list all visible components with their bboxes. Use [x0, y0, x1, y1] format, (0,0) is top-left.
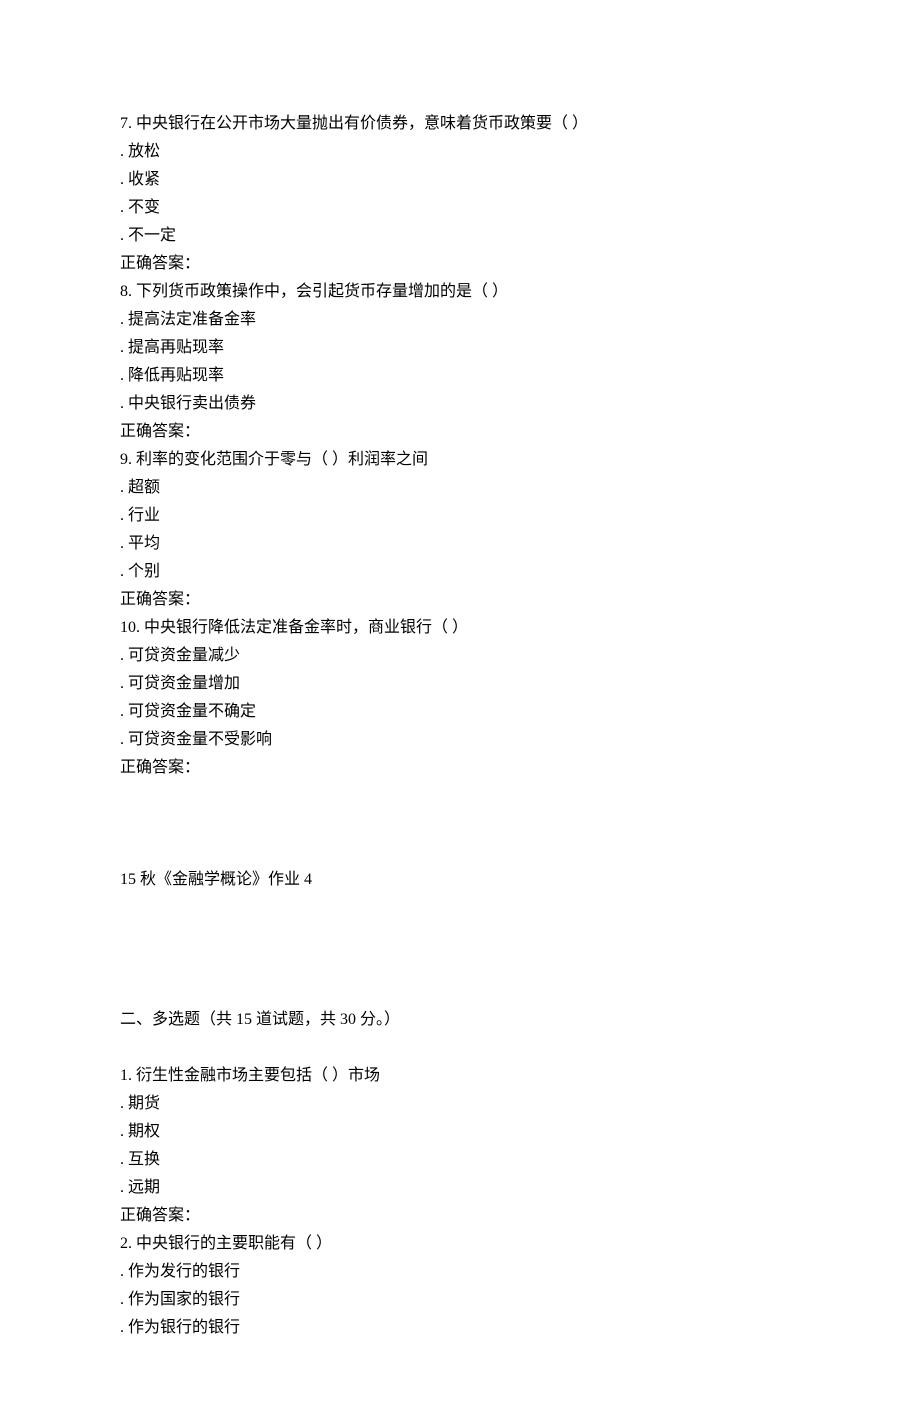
spacing [120, 894, 800, 1006]
option-text: 提高再贴现率 [128, 339, 224, 356]
question-option: . 平均 [120, 530, 800, 558]
question-number: 1. [120, 1067, 132, 1084]
question-option: . 收紧 [120, 166, 800, 194]
answer-label: 正确答案： [120, 1202, 800, 1230]
question-option: . 提高法定准备金率 [120, 306, 800, 334]
question-option: . 作为国家的银行 [120, 1286, 800, 1314]
question-stem: 1. 衍生性金融市场主要包括（ ）市场 [120, 1062, 800, 1090]
question-stem: 9. 利率的变化范围介于零与（ ）利润率之间 [120, 446, 800, 474]
option-text: 放松 [128, 143, 160, 160]
option-text: 作为银行的银行 [128, 1319, 240, 1336]
question-option: . 行业 [120, 502, 800, 530]
question-block-9: 9. 利率的变化范围介于零与（ ）利润率之间 . 超额 . 行业 . 平均 . … [120, 446, 800, 614]
option-text: 可贷资金量不确定 [128, 703, 256, 720]
question-option: . 互换 [120, 1146, 800, 1174]
option-text: 远期 [128, 1179, 160, 1196]
option-text: 不变 [128, 199, 160, 216]
option-text: 期权 [128, 1123, 160, 1140]
question-stem: 7. 中央银行在公开市场大量抛出有价债券，意味着货币政策要（ ） [120, 110, 800, 138]
question-option: . 作为银行的银行 [120, 1314, 800, 1342]
question-option: . 可贷资金量增加 [120, 670, 800, 698]
question-option: . 个别 [120, 558, 800, 586]
question-text: 中央银行在公开市场大量抛出有价债券，意味着货币政策要（ ） [136, 115, 588, 132]
option-text: 提高法定准备金率 [128, 311, 256, 328]
option-text: 可贷资金量增加 [128, 675, 240, 692]
spacing [120, 782, 800, 866]
question-text: 下列货币政策操作中，会引起货币存量增加的是（ ） [136, 283, 508, 300]
option-text: 超额 [128, 479, 160, 496]
question-option: . 不一定 [120, 222, 800, 250]
option-text: 可贷资金量减少 [128, 647, 240, 664]
option-text: 可贷资金量不受影响 [128, 731, 272, 748]
question-number: 2. [120, 1235, 132, 1252]
question-option: . 提高再贴现率 [120, 334, 800, 362]
question-number: 8. [120, 283, 132, 300]
question-option: . 放松 [120, 138, 800, 166]
option-text: 个别 [128, 563, 160, 580]
section-header: 二、多选题（共 15 道试题，共 30 分。） [120, 1006, 800, 1034]
option-text: 互换 [128, 1151, 160, 1168]
question-option: . 远期 [120, 1174, 800, 1202]
option-text: 中央银行卖出债券 [128, 395, 256, 412]
spacing [120, 1034, 800, 1062]
question-text: 衍生性金融市场主要包括（ ）市场 [136, 1067, 380, 1084]
question-number: 9. [120, 451, 132, 468]
question-option: . 中央银行卖出债券 [120, 390, 800, 418]
section-title: 15 秋《金融学概论》作业 4 [120, 866, 800, 894]
question-text: 中央银行降低法定准备金率时，商业银行（ ） [144, 619, 468, 636]
question-block-7: 7. 中央银行在公开市场大量抛出有价债券，意味着货币政策要（ ） . 放松 . … [120, 110, 800, 278]
question-block-p2-2: 2. 中央银行的主要职能有（ ） . 作为发行的银行 . 作为国家的银行 . 作… [120, 1230, 800, 1342]
question-stem: 8. 下列货币政策操作中，会引起货币存量增加的是（ ） [120, 278, 800, 306]
question-option: . 可贷资金量不确定 [120, 698, 800, 726]
question-stem: 10. 中央银行降低法定准备金率时，商业银行（ ） [120, 614, 800, 642]
answer-label: 正确答案： [120, 586, 800, 614]
question-option: . 可贷资金量减少 [120, 642, 800, 670]
option-text: 作为国家的银行 [128, 1291, 240, 1308]
answer-label: 正确答案： [120, 250, 800, 278]
question-option: . 不变 [120, 194, 800, 222]
option-text: 作为发行的银行 [128, 1263, 240, 1280]
option-text: 降低再贴现率 [128, 367, 224, 384]
question-option: . 作为发行的银行 [120, 1258, 800, 1286]
question-block-10: 10. 中央银行降低法定准备金率时，商业银行（ ） . 可贷资金量减少 . 可贷… [120, 614, 800, 782]
answer-label: 正确答案： [120, 418, 800, 446]
question-block-p2-1: 1. 衍生性金融市场主要包括（ ）市场 . 期货 . 期权 . 互换 . 远期 … [120, 1062, 800, 1230]
option-text: 平均 [128, 535, 160, 552]
question-number: 10. [120, 619, 140, 636]
option-text: 不一定 [128, 227, 176, 244]
question-option: . 期权 [120, 1118, 800, 1146]
question-option: . 超额 [120, 474, 800, 502]
answer-label: 正确答案： [120, 754, 800, 782]
question-number: 7. [120, 115, 132, 132]
option-text: 收紧 [128, 171, 160, 188]
question-option: . 期货 [120, 1090, 800, 1118]
question-stem: 2. 中央银行的主要职能有（ ） [120, 1230, 800, 1258]
option-text: 行业 [128, 507, 160, 524]
question-option: . 可贷资金量不受影响 [120, 726, 800, 754]
question-block-8: 8. 下列货币政策操作中，会引起货币存量增加的是（ ） . 提高法定准备金率 .… [120, 278, 800, 446]
option-text: 期货 [128, 1095, 160, 1112]
question-text: 利率的变化范围介于零与（ ）利润率之间 [136, 451, 428, 468]
question-text: 中央银行的主要职能有（ ） [136, 1235, 332, 1252]
question-option: . 降低再贴现率 [120, 362, 800, 390]
